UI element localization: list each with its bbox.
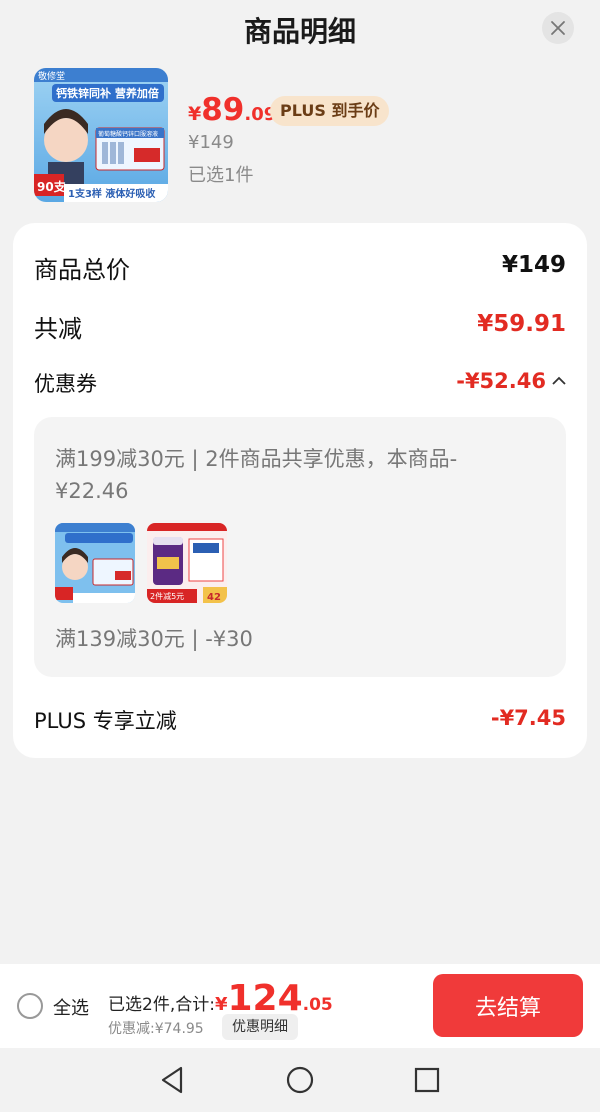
coupon-product-thumb-2[interactable]: 2件减5元 42 (147, 523, 227, 603)
thumb-banner: 钙铁锌同补 营养加倍 (56, 86, 159, 100)
home-icon (286, 1066, 314, 1094)
coupon-thumb-2-price: 42 (207, 592, 221, 603)
coupon-product-image-1 (55, 523, 135, 603)
total-decimal: .05 (302, 995, 333, 1015)
thumb-count: 90支 (37, 179, 67, 194)
close-icon (551, 21, 565, 35)
nav-recents-button[interactable] (409, 1062, 445, 1098)
chevron-up-icon (552, 376, 566, 385)
discount-amount: 优惠减:¥74.95 (108, 1021, 204, 1037)
coupon-product-thumb-1[interactable] (55, 523, 135, 603)
checkout-button[interactable]: 去结算 (433, 974, 583, 1037)
select-all-checkbox[interactable] (17, 993, 43, 1019)
coupon-product-image-2: 2件减5元 42 (147, 523, 227, 603)
coupon-label: 优惠券 (34, 372, 97, 396)
total-line: 已选2件,合计: ¥ 124 .05 (108, 978, 333, 1019)
coupon-value: -¥52.46 (456, 369, 546, 393)
selected-count: 已选1件 (188, 165, 254, 186)
thumb-brand: 敬修堂 (38, 70, 65, 82)
checkout-bar: 全选 已选2件,合计: ¥ 124 .05 优惠减:¥74.95 优惠明细 去结… (0, 964, 600, 1048)
plus-price-badge: PLUS 到手价 (270, 96, 390, 126)
reduce-value: ¥59.91 (477, 311, 566, 337)
total-symbol: ¥ (214, 994, 228, 1015)
price-detail-card: 商品总价 ¥149 共减 ¥59.91 优惠券 -¥52.46 满199减30元… (13, 223, 587, 758)
product-price: ¥ 89 .09 (188, 92, 276, 132)
back-icon (161, 1066, 183, 1094)
product-thumbnail[interactable]: 敬修堂 钙铁锌同补 营养加倍 葡萄糖酸钙锌口服溶液 90支 1支3样 液体好吸收 (34, 68, 168, 202)
coupon-detail-2: 满139减30元 | -¥30 (55, 627, 253, 651)
plus-discount-label: PLUS 专享立减 (34, 709, 177, 733)
coupon-toggle[interactable]: -¥52.46 (456, 369, 566, 393)
system-nav-bar (0, 1048, 600, 1112)
price-integer: 89 (201, 92, 245, 128)
price-symbol: ¥ (188, 103, 202, 125)
plus-discount-value: -¥7.45 (490, 706, 566, 730)
close-button[interactable] (542, 12, 574, 44)
reduce-label: 共减 (34, 315, 82, 343)
nav-home-button[interactable] (282, 1062, 318, 1098)
thumb-product-name: 葡萄糖酸钙锌口服溶液 (98, 130, 158, 138)
nav-back-button[interactable] (154, 1062, 190, 1098)
select-all-label[interactable]: 全选 (53, 994, 89, 1020)
total-price-label: 商品总价 (34, 256, 130, 284)
original-price: ¥149 (188, 132, 234, 153)
coupon-detail-box: 满199减30元 | 2件商品共享优惠，本商品-¥22.46 2件减5元 42 … (34, 417, 566, 677)
recents-icon (414, 1067, 440, 1093)
total-price-value: ¥149 (501, 252, 566, 278)
product-image: 敬修堂 钙铁锌同补 营养加倍 葡萄糖酸钙锌口服溶液 90支 1支3样 液体好吸收 (34, 68, 168, 202)
sheet-header: 商品明细 (0, 0, 600, 58)
discount-detail-button[interactable]: 优惠明细 (222, 1014, 298, 1040)
coupon-thumb-2-badge: 2件减5元 (150, 591, 184, 601)
thumb-slogan: 1支3样 液体好吸收 (68, 187, 155, 200)
page-title: 商品明细 (243, 15, 356, 48)
total-prefix: 已选2件,合计: (108, 995, 215, 1015)
total-integer: 124 (227, 978, 303, 1019)
coupon-detail-1: 满199减30元 | 2件商品共享优惠，本商品-¥22.46 (55, 447, 458, 503)
